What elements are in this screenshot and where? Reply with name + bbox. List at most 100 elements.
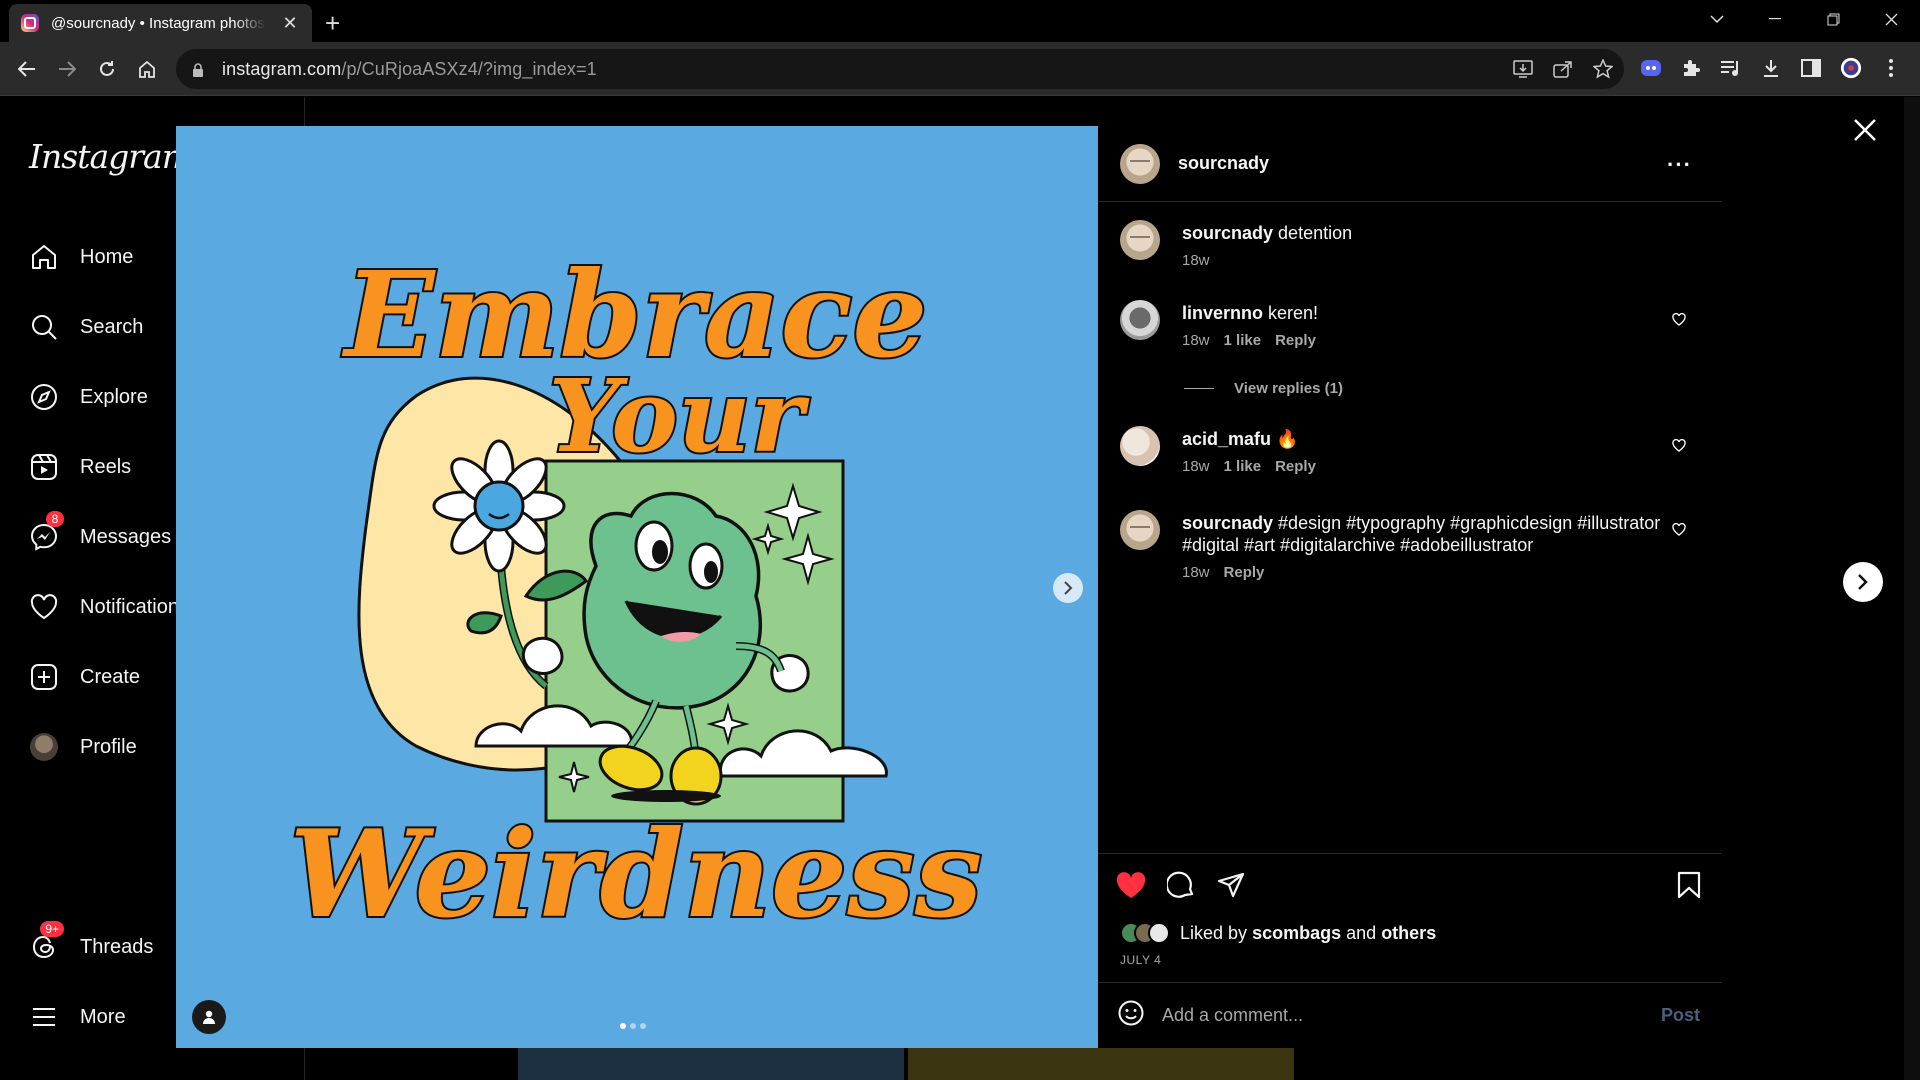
reels-icon xyxy=(28,451,60,483)
instagram-logo[interactable]: Instagram xyxy=(29,137,193,176)
carousel-next-icon[interactable] xyxy=(1053,573,1083,603)
comment-username[interactable]: sourcnady xyxy=(1182,223,1273,243)
sidebar-item-profile[interactable]: Profile xyxy=(28,727,137,767)
comment-likes[interactable]: 1 like xyxy=(1224,332,1262,349)
media-queue-icon[interactable] xyxy=(1720,57,1742,79)
puzzle-extensions-icon[interactable] xyxy=(1680,57,1702,79)
reload-icon[interactable] xyxy=(92,54,122,84)
liked-by-user[interactable]: scombags xyxy=(1252,923,1341,944)
profile-browser-icon[interactable] xyxy=(1840,57,1862,79)
window-controls xyxy=(1688,0,1920,38)
browser-menu-icon[interactable] xyxy=(1880,57,1902,79)
artwork-word-weirdness: Weirdness xyxy=(290,804,983,945)
comment-time[interactable]: 18w xyxy=(1182,252,1210,269)
avatar[interactable] xyxy=(1120,510,1160,550)
minimize-icon[interactable] xyxy=(1746,0,1804,38)
comment-text: keren! xyxy=(1268,303,1319,323)
restore-icon[interactable] xyxy=(1804,0,1862,38)
instagram-favicon-icon xyxy=(21,14,39,32)
post-image[interactable]: Embrace Your Weirdness xyxy=(176,126,1098,1048)
avatar[interactable] xyxy=(1120,426,1160,466)
post-author[interactable]: sourcnady xyxy=(1178,153,1269,174)
sidebar-item-search[interactable]: Search xyxy=(28,307,143,347)
reply-button[interactable]: Reply xyxy=(1275,458,1316,475)
comment-likes[interactable]: 1 like xyxy=(1224,458,1262,475)
close-modal-icon[interactable] xyxy=(1849,114,1881,146)
sidebar-item-notifications[interactable]: Notifications xyxy=(28,587,189,627)
comment-username[interactable]: sourcnady xyxy=(1182,513,1273,533)
save-bookmark-icon[interactable] xyxy=(1672,868,1706,902)
bookmark-star-icon[interactable] xyxy=(1592,58,1614,80)
comment-input[interactable] xyxy=(1162,1005,1642,1026)
liked-by-others[interactable]: others xyxy=(1381,923,1436,944)
avatar[interactable] xyxy=(1120,300,1160,340)
artwork-word-your: Your xyxy=(549,357,810,475)
comment-time[interactable]: 18w xyxy=(1182,332,1210,349)
liked-by-prefix: Liked by xyxy=(1180,922,1248,943)
avatar[interactable] xyxy=(1120,220,1160,260)
new-tab-icon[interactable]: + xyxy=(325,8,340,39)
comment-time[interactable]: 18w xyxy=(1182,458,1210,475)
sidebar-item-threads[interactable]: 9+ Threads xyxy=(28,921,153,967)
comment-username[interactable]: linvernno xyxy=(1182,303,1263,323)
feed-post-thumbnail xyxy=(518,1047,904,1080)
heart-icon xyxy=(28,591,60,623)
share-icon[interactable] xyxy=(1552,58,1574,80)
comment-time[interactable]: 18w xyxy=(1182,564,1210,581)
share-direct-icon[interactable] xyxy=(1214,868,1248,902)
home-browser-icon[interactable] xyxy=(132,54,162,84)
avatar[interactable] xyxy=(1120,143,1160,184)
liked-by: Liked by scombags and others xyxy=(1120,922,1436,944)
tab-close-icon[interactable]: ✕ xyxy=(280,13,300,34)
carousel-dot xyxy=(620,1023,626,1029)
compass-icon xyxy=(28,381,60,413)
sidebar-item-create[interactable]: Create xyxy=(28,657,140,697)
threads-icon: 9+ xyxy=(28,921,64,963)
emoji-icon[interactable] xyxy=(1118,1000,1144,1031)
actions-divider xyxy=(1098,853,1722,854)
comment-composer: Post xyxy=(1098,982,1722,1048)
post-actions xyxy=(1114,868,1248,902)
sidebar-item-messages[interactable]: 8 Messages xyxy=(28,511,171,557)
like-comment-heart-icon[interactable] xyxy=(1670,436,1688,454)
install-app-icon[interactable] xyxy=(1512,58,1534,80)
post-header: sourcnady ··· xyxy=(1098,126,1722,202)
reply-button[interactable]: Reply xyxy=(1224,564,1265,581)
side-panel-icon[interactable] xyxy=(1800,57,1822,79)
like-comment-heart-icon[interactable] xyxy=(1670,310,1688,328)
lock-icon[interactable] xyxy=(192,63,206,77)
sidebar-item-more[interactable]: More xyxy=(28,997,126,1037)
profile-avatar xyxy=(28,731,60,763)
comment-icon[interactable] xyxy=(1164,868,1198,902)
discord-extension-icon[interactable] xyxy=(1640,57,1662,79)
reply-button[interactable]: Reply xyxy=(1275,332,1316,349)
view-replies-button[interactable]: View replies (1) xyxy=(1184,380,1343,397)
sidebar-item-explore[interactable]: Explore xyxy=(28,377,148,417)
address-bar[interactable]: instagram.com/p/CuRjoaASXz4/?img_index=1 xyxy=(176,49,1624,89)
like-comment-heart-icon[interactable] xyxy=(1670,520,1688,538)
liker-avatars[interactable] xyxy=(1120,922,1170,944)
page-scrollbar[interactable] xyxy=(1904,97,1920,1080)
comment-text: detention xyxy=(1278,223,1353,243)
comment-username[interactable]: acid_mafu xyxy=(1182,429,1271,449)
feed-post-thumbnail xyxy=(908,1047,1294,1080)
tagged-users-icon[interactable] xyxy=(192,1000,226,1034)
post-comment-button[interactable]: Post xyxy=(1661,1005,1700,1026)
browser-toolbar: instagram.com/p/CuRjoaASXz4/?img_index=1 xyxy=(0,42,1920,96)
comment-text: 🔥 xyxy=(1276,429,1299,449)
home-icon xyxy=(28,241,60,273)
next-post-icon[interactable] xyxy=(1843,562,1883,602)
back-icon[interactable] xyxy=(12,54,42,84)
messenger-icon: 8 xyxy=(28,511,64,553)
tab-search-icon[interactable] xyxy=(1688,0,1746,38)
browser-tab[interactable]: @sourcnady • Instagram photos and videos… xyxy=(9,4,312,42)
downloads-icon[interactable] xyxy=(1760,57,1782,79)
more-options-icon[interactable]: ··· xyxy=(1667,152,1692,178)
forward-icon[interactable] xyxy=(52,54,82,84)
sidebar-item-reels[interactable]: Reels xyxy=(28,447,131,487)
sidebar-item-home[interactable]: Home xyxy=(28,237,133,277)
post-date[interactable]: JULY 4 xyxy=(1120,953,1161,967)
like-heart-icon[interactable] xyxy=(1114,868,1148,902)
url-text: instagram.com/p/CuRjoaASXz4/?img_index=1 xyxy=(222,58,597,79)
close-window-icon[interactable] xyxy=(1862,0,1920,38)
